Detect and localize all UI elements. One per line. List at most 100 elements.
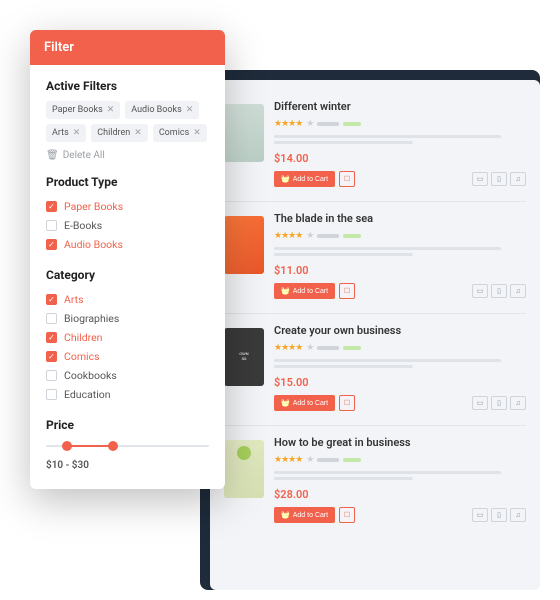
rating-row: ★★★★★ [274,119,526,129]
product-title[interactable]: Create your own business [274,324,526,337]
chip-label: Children [97,128,130,138]
price-slider[interactable] [46,440,209,452]
product-info: How to be great in business ★★★★★ $28.00… [274,436,526,523]
text-placeholder [274,471,501,474]
add-to-cart-button[interactable]: Add to Cart [274,283,335,299]
add-to-cart-button[interactable]: Add to Cart [274,395,335,411]
product-type-list: ✓Paper BooksE-Books✓Audio Books [46,197,209,254]
product-price: $14.00 [274,152,526,165]
active-filter-chips: Paper Books✕Audio Books✕Arts✕Children✕Co… [46,101,209,142]
ebook-icon[interactable]: ▭ [472,284,488,298]
checkbox-label: Education [64,388,111,401]
format-icons: ▭ ▯ ♫ [472,284,526,298]
close-icon[interactable]: ✕ [107,105,115,115]
audio-icon[interactable]: ♫ [510,172,526,186]
tablet-icon[interactable]: ▯ [491,172,507,186]
slider-knob-max[interactable] [108,441,118,451]
delete-all-button[interactable]: 🗑 Delete All [46,150,209,161]
checkbox-row[interactable]: ✓Paper Books [46,197,209,216]
text-placeholder [274,141,413,144]
trash-icon: 🗑 [46,150,59,161]
bookmark-button[interactable]: ☐ [339,507,355,523]
product-price: $11.00 [274,264,526,277]
chip-label: Paper Books [52,105,103,115]
checkbox-icon [46,313,57,324]
filter-chip[interactable]: Paper Books ✕ [46,101,120,119]
star-icon: ★★★★ [274,231,302,241]
meta-bar [317,346,339,350]
ebook-icon[interactable]: ▭ [472,508,488,522]
star-icon: ★ [306,119,313,129]
format-icons: ▭ ▯ ♫ [472,172,526,186]
format-icons: ▭ ▯ ♫ [472,508,526,522]
text-placeholder [274,247,501,250]
star-icon: ★ [306,343,313,353]
audio-icon[interactable]: ♫ [510,396,526,410]
delete-all-label: Delete All [63,150,105,161]
filter-chip[interactable]: Comics ✕ [153,124,207,142]
checkbox-icon: ✓ [46,294,57,305]
rating-row: ★★★★★ [274,231,526,241]
meta-bar [317,234,339,238]
product-thumbnail[interactable]: OWNSS [224,328,264,386]
close-icon[interactable]: ✕ [186,105,194,115]
slider-knob-min[interactable] [62,441,72,451]
checkbox-row[interactable]: Cookbooks [46,366,209,385]
checkbox-row[interactable]: ✓Audio Books [46,235,209,254]
checkbox-label: Audio Books [64,238,123,251]
filter-body: Active Filters Paper Books✕Audio Books✕A… [30,65,225,489]
audio-icon[interactable]: ♫ [510,508,526,522]
tablet-icon[interactable]: ▯ [491,284,507,298]
text-placeholder [274,477,413,480]
chip-label: Comics [159,128,189,138]
checkbox-row[interactable]: ✓Children [46,328,209,347]
checkbox-icon [46,220,57,231]
bookmark-button[interactable]: ☐ [339,171,355,187]
filter-chip[interactable]: Arts✕ [46,124,86,142]
product-row: OWNSS Create your own business ★★★★★ $15… [224,314,526,426]
checkbox-icon: ✓ [46,351,57,362]
filter-chip[interactable]: Children ✕ [91,124,148,142]
checkbox-icon [46,389,57,400]
meta-bar [343,122,361,126]
text-placeholder [274,359,501,362]
meta-bar [317,122,339,126]
checkbox-row[interactable]: ✓Arts [46,290,209,309]
product-thumbnail[interactable] [224,216,264,274]
ebook-icon[interactable]: ▭ [472,172,488,186]
checkbox-row[interactable]: Education [46,385,209,404]
checkbox-label: Children [64,331,102,344]
product-thumbnail[interactable] [224,440,264,498]
add-to-cart-button[interactable]: Add to Cart [274,507,335,523]
bookmark-button[interactable]: ☐ [339,283,355,299]
meta-bar [317,458,339,462]
product-title[interactable]: How to be great in business [274,436,526,449]
close-icon[interactable]: ✕ [134,128,142,138]
product-title[interactable]: The blade in the sea [274,212,526,225]
close-icon[interactable]: ✕ [73,128,81,138]
product-row: How to be great in business ★★★★★ $28.00… [224,426,526,537]
star-icon: ★★★★ [274,455,302,465]
filter-chip[interactable]: Audio Books✕ [125,101,199,119]
price-range-label: $10 - $30 [46,460,209,471]
add-to-cart-button[interactable]: Add to Cart [274,171,335,187]
text-placeholder [274,135,501,138]
filter-header: Filter [30,30,225,65]
checkbox-row[interactable]: Biographies [46,309,209,328]
checkbox-row[interactable]: ✓Comics [46,347,209,366]
ebook-icon[interactable]: ▭ [472,396,488,410]
bookmark-button[interactable]: ☐ [339,395,355,411]
checkbox-row[interactable]: E-Books [46,216,209,235]
product-thumbnail[interactable] [224,104,264,162]
close-icon[interactable]: ✕ [193,128,201,138]
product-info: Create your own business ★★★★★ $15.00 Ad… [274,324,526,411]
product-list: Different winter ★★★★★ $14.00 Add to Car… [210,80,540,590]
star-icon: ★ [306,231,313,241]
product-info: The blade in the sea ★★★★★ $11.00 Add to… [274,212,526,299]
audio-icon[interactable]: ♫ [510,284,526,298]
tablet-icon[interactable]: ▯ [491,508,507,522]
action-row: Add to Cart ☐ ▭ ▯ ♫ [274,507,526,523]
tablet-icon[interactable]: ▯ [491,396,507,410]
product-title[interactable]: Different winter [274,100,526,113]
action-row: Add to Cart ☐ ▭ ▯ ♫ [274,283,526,299]
